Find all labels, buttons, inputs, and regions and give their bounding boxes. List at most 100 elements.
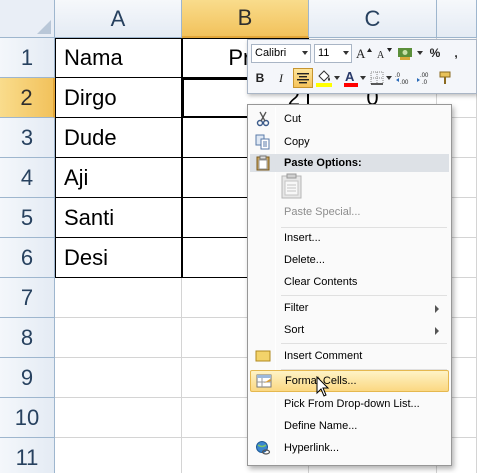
format-cells-icon [251,370,277,392]
number-format-button[interactable] [397,43,423,63]
format-painter-button[interactable] [437,68,455,88]
comment-icon [250,345,276,367]
menu-item-label: Insert... [284,232,321,244]
menu-item-label: Delete... [284,254,325,266]
chevron-down-icon [360,76,366,80]
row-header-5[interactable]: 5 [0,198,55,238]
scissors-icon [250,108,276,130]
align-center-icon [297,73,309,84]
copy-icon [250,131,276,153]
row-header-4[interactable]: 4 [0,158,55,198]
increase-decimal-icon: .0.00 [395,73,409,85]
font-color-swatch [344,83,358,87]
decrease-font-icon: A [377,48,392,60]
chevron-down-icon [417,51,423,55]
mini-toolbar-row-2: B I A .0.00 .00.0 [251,67,458,89]
submenu-arrow-icon [435,327,439,335]
chevron-down-icon [386,76,392,80]
currency-icon [398,48,412,60]
submenu-arrow-icon [435,305,439,313]
bold-button[interactable]: B [251,68,269,88]
borders-button[interactable] [370,68,392,88]
comma-button[interactable]: , [447,43,465,63]
cell-a11[interactable] [55,438,182,473]
cell-a9[interactable] [55,358,182,398]
font-name-combo[interactable]: Calibri [251,43,311,63]
menu-item-hyperlink[interactable]: Hyperlink... [250,437,449,459]
row-header-2[interactable]: 2 [0,78,55,118]
chevron-down-icon [334,76,340,80]
paste-option-button[interactable] [281,173,303,199]
column-header-row: A B C [0,0,477,38]
cell-a10[interactable] [55,398,182,438]
menu-item-clear-contents[interactable]: Clear Contents [250,271,449,293]
format-painter-icon [439,71,451,84]
menu-item-sort[interactable]: Sort [250,319,449,341]
row-header-9[interactable]: 9 [0,358,55,398]
fill-color-swatch [316,83,332,87]
paste-options-label: Paste Options: [284,157,362,169]
menu-item-label: Paste Special... [284,206,361,218]
hyperlink-globe-icon [250,437,276,459]
menu-item-define-name[interactable]: Define Name... [250,415,449,437]
row-header-8[interactable]: 8 [0,318,55,358]
increase-font-icon: A [356,46,372,60]
menu-item-label: Define Name... [284,420,358,432]
font-size-value: 11 [318,47,330,59]
menu-item-delete[interactable]: Delete... [250,249,449,271]
menu-item-label: Hyperlink... [284,442,340,454]
decrease-font-button[interactable]: A [376,43,394,63]
percent-button[interactable]: % [426,43,444,63]
row-header-7[interactable]: 7 [0,278,55,318]
svg-text:A: A [377,50,385,60]
svg-text:A: A [345,69,355,84]
cell-a6[interactable]: Desi [55,238,182,278]
cell-a4[interactable]: Aji [55,158,182,198]
italic-button[interactable]: I [272,68,290,88]
increase-font-button[interactable]: A [355,43,373,63]
font-size-combo[interactable]: 11 [314,43,352,63]
menu-item-format-cells[interactable]: Format Cells... [250,370,449,392]
cell-a3[interactable]: Dude [55,118,182,158]
menu-item-insert[interactable]: Insert... [250,227,449,249]
row-header-10[interactable]: 10 [0,398,55,438]
column-header-c[interactable]: C [309,0,437,38]
cell-a2[interactable]: Dirgo [55,78,182,118]
row-header-1[interactable]: 1 [0,38,55,78]
menu-item-label: Filter [284,302,309,314]
cell-a7[interactable] [55,278,182,318]
menu-item-label: Cut [284,113,302,125]
menu-item-paste-special[interactable]: Paste Special... [250,201,449,223]
fill-color-button[interactable] [316,68,340,88]
menu-item-label: Clear Contents [284,276,358,288]
column-header-a[interactable]: A [55,0,182,38]
paste-options-header: Paste Options: [250,154,449,172]
mini-toolbar-row-1: Calibri 11 A A % , [251,42,468,64]
menu-item-cut[interactable]: Cut [250,108,449,130]
select-all-button[interactable] [0,0,55,38]
select-all-triangle-icon [37,20,51,34]
paste-clipboard-icon [281,173,302,199]
cell-a8[interactable] [55,318,182,358]
borders-icon [370,71,384,85]
menu-item-insert-comment[interactable]: Insert Comment [250,345,449,367]
chevron-down-icon [302,50,308,55]
mini-toolbar: Calibri 11 A A % , B I A .0 .00 .00 .0 [247,39,477,94]
increase-decimal-button[interactable]: .0.00 [395,68,413,88]
menu-item-copy[interactable]: Copy [250,131,449,153]
cell-a1[interactable]: Nama [55,38,182,78]
row-header-3[interactable]: 3 [0,118,55,158]
menu-item-pick-from-list[interactable]: Pick From Drop-down List... [250,393,449,415]
column-header-d[interactable] [437,0,477,38]
column-header-b[interactable]: B [182,0,309,38]
menu-separator [281,295,447,296]
row-header-6[interactable]: 6 [0,238,55,278]
font-color-button[interactable]: A [343,68,367,88]
menu-item-filter[interactable]: Filter [250,297,449,319]
paint-bucket-icon [316,70,332,87]
decrease-decimal-button[interactable]: .00.0 [416,68,434,88]
cell-a5[interactable]: Santi [55,198,182,238]
clipboard-icon [250,154,276,172]
row-header-11[interactable]: 11 [0,438,55,473]
align-center-button[interactable] [293,68,313,88]
